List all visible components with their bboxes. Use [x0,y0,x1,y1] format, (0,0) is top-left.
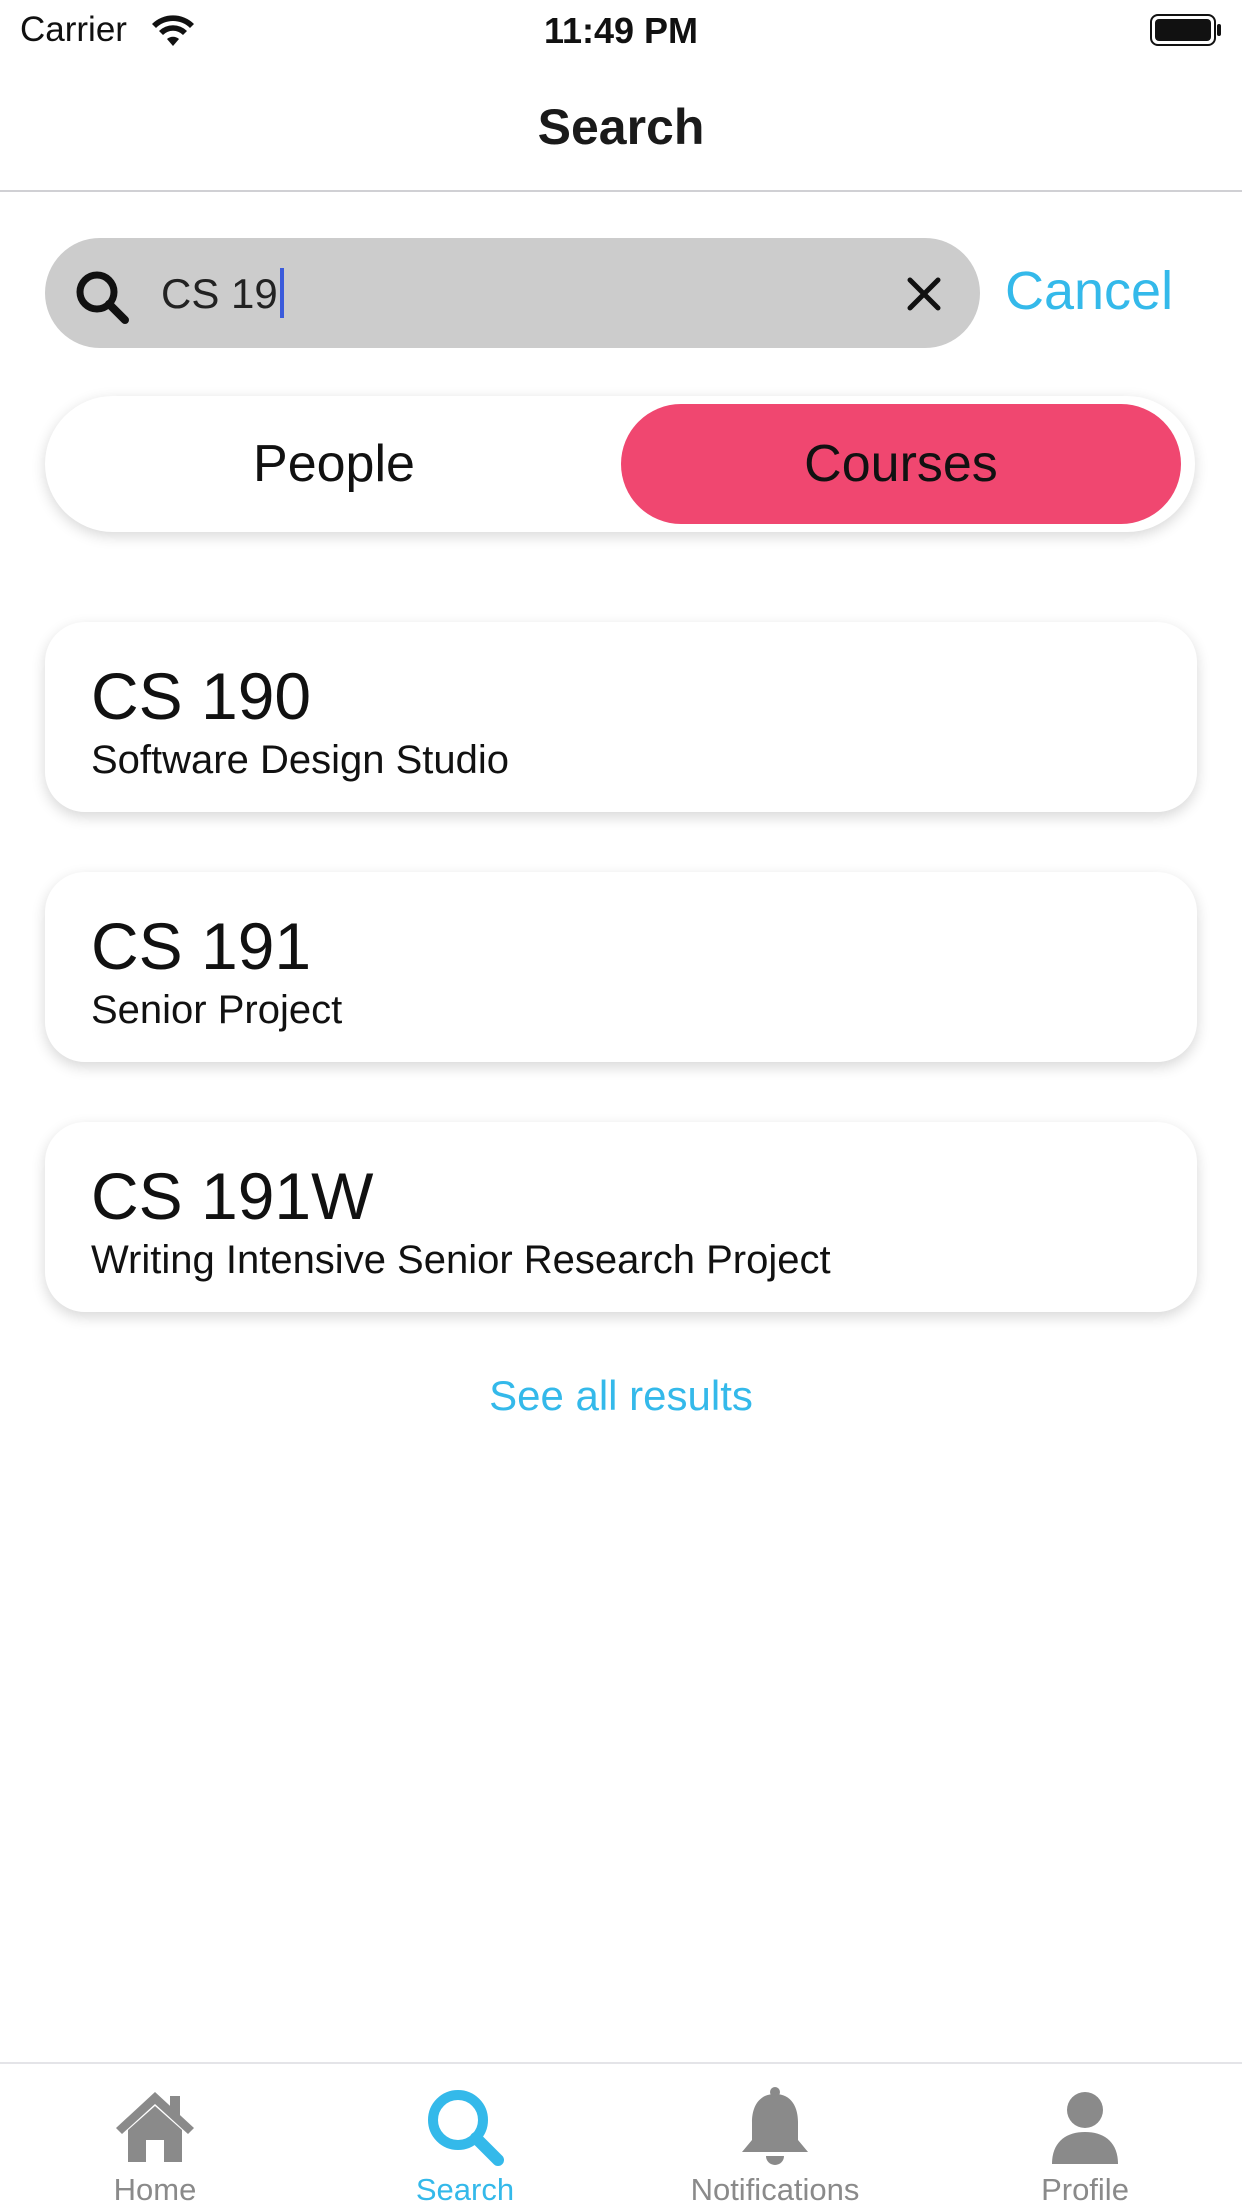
course-result-card[interactable]: CS 190 Software Design Studio [45,622,1197,812]
see-all-results-link[interactable]: See all results [0,1372,1242,1420]
tab-bar: Home Search Notifications Profile [0,2062,1242,2210]
clock: 11:49 PM [543,10,699,51]
tab-label: Home [113,2172,197,2207]
segment-courses[interactable]: Courses [621,404,1181,524]
navigation-bar: Search [0,60,1242,192]
search-field[interactable]: CS 19 [45,238,980,348]
search-icon [76,271,129,324]
tab-label: Search [415,2172,515,2207]
cancel-button[interactable]: Cancel [1005,260,1173,322]
search-scope-segmented-control: People Courses [45,396,1195,532]
course-name: Software Design Studio [91,738,510,782]
page-title: Search [537,99,705,155]
text-caret [279,268,284,318]
course-code: CS 191 [91,909,312,983]
course-result-card[interactable]: CS 191 Senior Project [45,872,1197,1062]
course-name: Writing Intensive Senior Research Projec… [91,1238,831,1282]
tab-home[interactable]: Home [0,2064,310,2210]
segment-people[interactable]: People [53,404,615,524]
course-code: CS 191W [91,1159,374,1233]
tab-label: Notifications [690,2172,860,2207]
search-input[interactable]: CS 19 [161,268,284,318]
person-icon [1052,2092,1118,2164]
course-result-card[interactable]: CS 191W Writing Intensive Senior Researc… [45,1122,1197,1312]
clear-icon[interactable] [900,270,948,318]
course-code: CS 190 [91,659,312,733]
battery-icon [1150,14,1221,46]
house-icon [116,2092,194,2162]
tab-profile[interactable]: Profile [930,2064,1240,2210]
tab-search[interactable]: Search [310,2064,620,2210]
search-input-text: CS 19 [161,270,278,317]
course-name: Senior Project [91,988,343,1032]
status-bar: Carrier 11:49 PM [0,0,1242,60]
tab-label: Profile [1041,2172,1129,2207]
search-icon [428,2090,504,2166]
bell-icon [742,2087,808,2165]
tab-notifications[interactable]: Notifications [620,2064,930,2210]
